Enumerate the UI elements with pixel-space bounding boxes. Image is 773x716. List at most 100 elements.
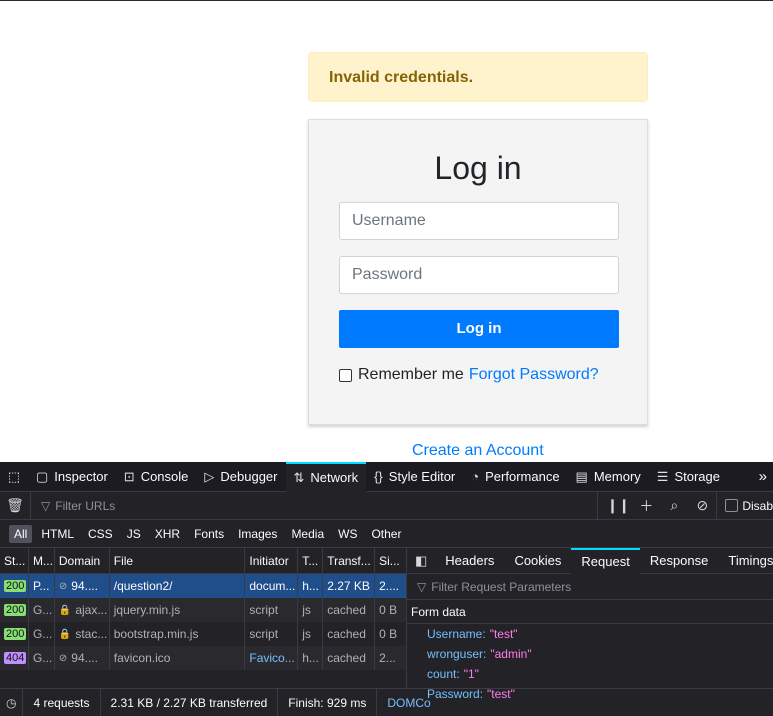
network-statusbar: ◷ 4 requests 2.31 KB / 2.27 KB transferr…: [0, 688, 773, 716]
finish-time: Finish: 929 ms: [278, 688, 378, 716]
form-param: Username: "test": [427, 627, 518, 641]
initiator-cell: docum...: [245, 574, 299, 598]
column-size[interactable]: Si...: [375, 548, 406, 573]
remember-checkbox[interactable]: [339, 368, 352, 382]
transferred-cell: cached: [323, 598, 376, 622]
request-count: 4 requests: [23, 688, 101, 716]
inspector-icon: ▢: [36, 468, 49, 484]
console-icon: ⊡: [123, 468, 135, 484]
disable-cache-toggle[interactable]: Disab: [716, 491, 773, 520]
tab-headers[interactable]: Headers: [435, 548, 504, 574]
form-param: count: "1": [427, 667, 479, 681]
element-picker-icon[interactable]: ⬚: [0, 462, 28, 492]
toolbar-actions: ❙❙ ＋ ⌕ ⊘: [597, 491, 716, 520]
size-cell: 0 B: [379, 603, 398, 617]
filter-urls-input[interactable]: ▽ Filter URLs: [30, 491, 597, 520]
network-icon: ⇅: [293, 469, 305, 485]
create-account-link[interactable]: Create an Account: [412, 442, 544, 460]
column-status[interactable]: St...: [0, 548, 29, 573]
size-cell: 0 B: [379, 627, 398, 641]
tab-cookies[interactable]: Cookies: [504, 548, 571, 574]
transferred-cell: cached: [323, 622, 376, 646]
tab-memory[interactable]: ▤ Memory: [568, 462, 649, 492]
type-filter-images[interactable]: Images: [233, 525, 282, 543]
table-header: St... M... Domain File Initiator T... Tr…: [0, 548, 406, 574]
column-method[interactable]: M...: [29, 548, 55, 573]
status-badge: 200: [4, 604, 27, 616]
devtools-tabbar: ⬚ ▢ Inspector ⊡ Console ▷ Debugger ⇅ Network…: [0, 461, 773, 492]
forgot-password-link[interactable]: Forgot Password?: [469, 366, 599, 384]
initiator-cell: script: [245, 598, 299, 622]
pause-icon[interactable]: ❙❙: [604, 497, 632, 514]
type-filter-fonts[interactable]: Fonts: [189, 525, 229, 543]
add-icon[interactable]: ＋: [632, 496, 660, 516]
type-filter-other[interactable]: Other: [366, 525, 406, 543]
memory-icon: ▤: [575, 468, 588, 484]
size-cell: 2...: [379, 651, 396, 665]
type-filter-js[interactable]: JS: [122, 525, 146, 543]
disable-cache-checkbox[interactable]: [725, 499, 739, 512]
column-type[interactable]: T...: [298, 548, 324, 573]
tab-debugger[interactable]: ▷ Debugger: [196, 462, 285, 492]
tab-console[interactable]: ⊡ Console: [116, 462, 197, 492]
type-filter-css[interactable]: CSS: [83, 525, 118, 543]
initiator-cell[interactable]: Favico...: [245, 646, 299, 670]
table-row[interactable]: 404 G... ⊘ 94.... favicon.ico Favico... h…: [0, 646, 406, 670]
clear-trash-icon[interactable]: 🗑: [0, 497, 30, 514]
block-icon[interactable]: ⊘: [688, 497, 716, 514]
status-badge: 200: [4, 580, 27, 592]
lock-icon: 🔒: [58, 604, 72, 616]
table-row[interactable]: 200 G... 🔒 ajax... jquery.min.js script j…: [0, 598, 406, 622]
tab-timings[interactable]: Timings: [718, 548, 773, 574]
filter-icon: ▽: [417, 579, 427, 594]
details-tabbar: ◧ Headers Cookies Request Response Timin…: [407, 547, 773, 574]
type-filter-html[interactable]: HTML: [36, 525, 79, 543]
tab-performance[interactable]: ◔ Performance: [463, 462, 567, 492]
storage-icon: ☰: [656, 468, 669, 484]
transferred-summary: 2.31 KB / 2.27 KB transferred: [101, 688, 279, 716]
type-filter-xhr[interactable]: XHR: [150, 525, 185, 543]
status-badge: 200: [4, 628, 27, 640]
tab-request[interactable]: Request: [571, 547, 640, 574]
form-data-heading: Form data: [407, 600, 773, 624]
password-input[interactable]: Password: [339, 256, 619, 294]
column-initiator[interactable]: Initiator: [245, 548, 299, 573]
request-table: St... M... Domain File Initiator T... Tr…: [0, 548, 407, 688]
status-badge: 404: [4, 652, 27, 664]
filter-params-input[interactable]: ▽ Filter Request Parameters: [407, 574, 773, 600]
toggle-sidebar-icon[interactable]: ◧: [407, 548, 435, 574]
search-icon[interactable]: ⌕: [660, 497, 688, 514]
table-row[interactable]: 200 G... 🔒 stac... bootstrap.min.js scrip…: [0, 622, 406, 646]
column-file[interactable]: File: [110, 548, 246, 573]
type-cell: h...: [298, 646, 324, 670]
form-param: wronguser: "admin": [427, 647, 532, 661]
type-cell: js: [298, 622, 324, 646]
table-row[interactable]: 200 P... ⊘ 94.... /question2/ docum... h.…: [0, 574, 406, 598]
overflow-chevron-icon[interactable]: »: [753, 462, 773, 492]
stopwatch-icon[interactable]: ◷: [0, 688, 24, 716]
tab-network[interactable]: ⇅ Network: [285, 461, 367, 492]
request-type-filters: All HTML CSS JS XHR Fonts Images Media W…: [0, 520, 773, 548]
network-toolbar: 🗑 ▽ Filter URLs ❙❙ ＋ ⌕ ⊘ Disab: [0, 491, 773, 520]
size-cell: 2....: [379, 579, 400, 593]
devtools-panel: ⬚ ▢ Inspector ⊡ Console ▷ Debugger ⇅ Network…: [0, 461, 773, 716]
tab-style-editor[interactable]: {} Style Editor: [366, 462, 463, 492]
dom-content-loaded: DOMCo: [387, 695, 431, 710]
tab-inspector[interactable]: ▢ Inspector: [28, 462, 116, 492]
transferred-cell: cached: [323, 646, 376, 670]
tab-storage[interactable]: ☰ Storage: [649, 462, 728, 492]
type-filter-ws[interactable]: WS: [333, 525, 362, 543]
transferred-cell: 2.27 KB: [323, 574, 376, 598]
type-filter-all[interactable]: All: [9, 524, 33, 543]
login-button[interactable]: Log in: [339, 310, 619, 348]
column-domain[interactable]: Domain: [55, 548, 110, 573]
tracking-icon: ⊘: [58, 580, 68, 592]
column-transferred[interactable]: Transf...: [323, 548, 376, 573]
request-details-panel: ◧ Headers Cookies Request Response Timin…: [407, 547, 773, 701]
error-alert: Invalid credentials.: [308, 52, 648, 102]
type-filter-media[interactable]: Media: [286, 525, 329, 543]
type-cell: h...: [298, 574, 324, 598]
username-input[interactable]: Username: [339, 202, 619, 240]
performance-icon: ◔: [471, 469, 480, 484]
tab-response[interactable]: Response: [640, 548, 719, 574]
